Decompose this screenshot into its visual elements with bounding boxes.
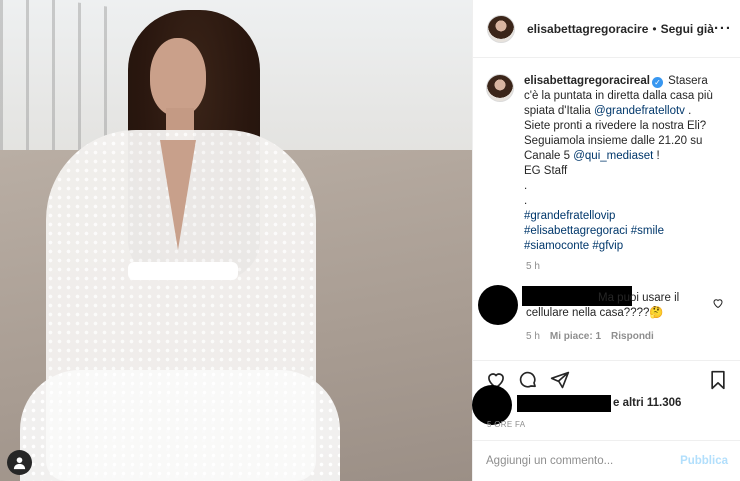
hashtag-line-2[interactable]: #elisabettagregoraci #smile [524,224,732,239]
caption-line-6-prefix: Canale 5 [524,150,574,162]
caption-line-6-suffix: ! [653,150,660,162]
more-icon[interactable]: ··· [714,20,732,37]
comment-text: Ma puoi usare il cellulare nella casa???… [526,292,680,319]
photo-subject-face [150,38,206,116]
post-header: elisabettagregoracire • Segui già ··· [473,0,740,58]
verified-icon: ✓ [651,77,663,88]
header-username[interactable]: elisabettagregoracire [527,22,648,36]
following-button[interactable]: Segui già [661,22,714,36]
comment-avatar[interactable] [478,285,518,325]
likes-count[interactable]: e altri 11.306 [613,397,681,409]
hashtag-line-1[interactable]: #grandefratellovip [524,209,732,224]
comment-icon[interactable] [518,370,538,390]
hashtag-line-3[interactable]: #siamoconte #gfvip [524,239,732,254]
photo-subject-skirt [20,370,340,481]
caption-line-3-prefix: spiata d'Italia [524,105,594,117]
caption-avatar[interactable] [486,74,514,102]
comment-input[interactable] [486,455,681,467]
caption-line-5: Seguiamola insieme dalle 21.20 su [524,135,703,147]
likes-avatar[interactable] [472,385,512,425]
caption-line-1: Stasera [668,75,708,87]
caption-time: 5 h [526,261,540,272]
photo-subject-belt [128,262,238,280]
publish-button[interactable]: Pubblica [680,455,728,467]
caption-dot-2: . [524,195,528,207]
small-heart-icon[interactable] [712,297,724,309]
user-tag-icon[interactable] [7,450,32,475]
caption-username[interactable]: elisabettagregoracireal [524,75,650,87]
likes-username-redacted [517,395,611,412]
caption-line-2: c'è la puntata in diretta dalla casa più [524,90,713,102]
comment-meta: 5 h Mi piace: 1 Rispondi [526,331,654,342]
avatar[interactable] [487,14,515,43]
caption-line-3-suffix: . [684,105,692,117]
comment-reply-button[interactable]: Rispondi [611,331,654,342]
share-icon[interactable] [550,370,570,390]
post-time-ago: 5 ORE FA [487,420,526,429]
caption-line-4: Siete pronti a rivedere la nostra Eli? [524,120,707,132]
comment-likes[interactable]: Mi piace: 1 [550,331,601,342]
bookmark-icon[interactable] [708,370,728,390]
mention-qui-mediaset[interactable]: @qui_mediaset [573,150,653,162]
add-comment-bar: Pubblica [472,440,740,481]
header-separator: • [652,21,657,36]
post-photo[interactable] [0,0,472,481]
bookmark-button[interactable] [708,370,728,395]
caption-text: elisabettagregoracireal ✓ Stasera c'è la … [524,74,732,254]
caption-line-7: EG Staff [524,165,568,177]
mention-grandefratellotv[interactable]: @grandefratellotv [594,105,685,117]
caption: elisabettagregoracireal ✓ Stasera c'è la … [486,74,732,254]
comment-time: 5 h [526,331,540,342]
caption-dot-1: . [524,180,528,192]
